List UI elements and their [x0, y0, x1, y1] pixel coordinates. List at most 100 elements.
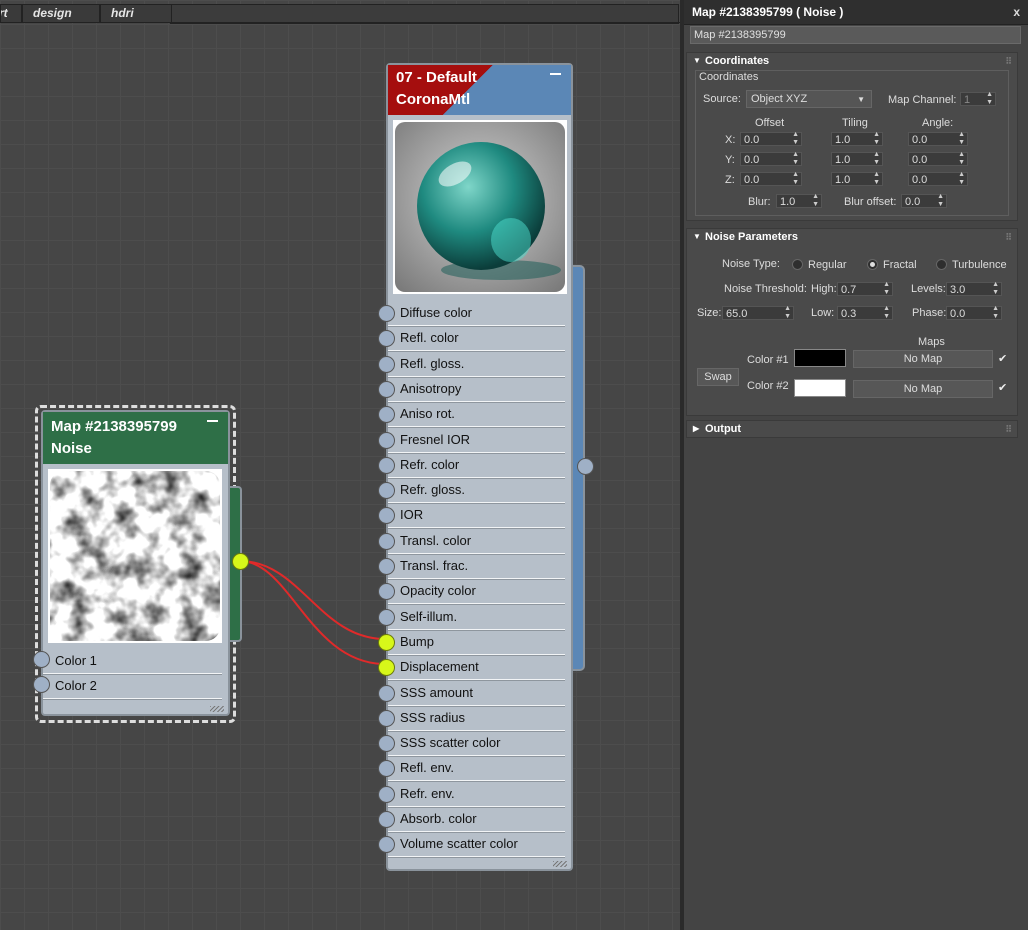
drag-handle-icon[interactable]: ⠿ [1005, 229, 1012, 245]
mtl-slot[interactable]: Opacity color [388, 579, 565, 604]
mtl-input-socket[interactable] [378, 836, 395, 853]
map-channel-spinner[interactable]: 1 ▲ ▼ [960, 91, 996, 107]
noise-node-header[interactable]: Map #2138395799 Noise [43, 412, 228, 464]
minimize-icon[interactable] [550, 73, 561, 75]
angle-spinner[interactable]: 0.0 ▲ ▼ [908, 131, 968, 147]
mtl-input-socket[interactable] [378, 583, 395, 600]
source-dropdown[interactable]: Object XYZ ▼ [746, 90, 872, 108]
corona-mtl-node[interactable]: 07 - Default CoronaMtl Diffuse color Ref… [386, 63, 573, 871]
spinner-arrows-icon[interactable]: ▲ ▼ [792, 171, 799, 187]
angle-spinner[interactable]: 0.0 ▲ ▼ [908, 171, 968, 187]
noise-output-socket[interactable] [232, 553, 249, 570]
spinner-arrows-icon[interactable]: ▲ ▼ [873, 151, 880, 167]
color1-map-checkbox[interactable]: ✔ [998, 354, 1008, 365]
radio-fractal[interactable] [867, 259, 878, 270]
mtl-input-socket[interactable] [378, 786, 395, 803]
color2-map-button[interactable]: No Map [853, 380, 993, 398]
spinner-arrows-icon[interactable]: ▲ ▼ [958, 151, 965, 167]
radio-regular-label[interactable]: Regular [808, 259, 847, 271]
high-spinner[interactable]: 0.7 ▲ ▼ [837, 281, 893, 297]
mtl-slot[interactable]: Aniso rot. [388, 402, 565, 427]
mtl-output-socket[interactable] [577, 458, 594, 475]
mtl-slot[interactable]: Refl. color [388, 326, 565, 351]
mtl-slot[interactable]: SSS scatter color [388, 731, 565, 756]
spinner-arrows-icon[interactable]: ▲ ▼ [937, 193, 944, 209]
tiling-spinner[interactable]: 1.0 ▲ ▼ [831, 151, 883, 167]
spinner-arrows-icon[interactable]: ▲ ▼ [986, 91, 993, 107]
node-editor-canvas[interactable]: rt design hdri Map #2138395799 Noise [0, 0, 680, 930]
mtl-slot[interactable]: Refr. env. [388, 782, 565, 807]
noise-slot-color2[interactable]: Color 2 [43, 674, 222, 699]
offset-spinner[interactable]: 0.0 ▲ ▼ [740, 171, 802, 187]
mtl-input-socket[interactable] [378, 457, 395, 474]
levels-spinner[interactable]: 3.0 ▲ ▼ [946, 281, 1002, 296]
mtl-input-socket[interactable] [378, 356, 395, 373]
angle-spinner[interactable]: 0.0 ▲ ▼ [908, 151, 968, 167]
mtl-input-socket[interactable] [378, 533, 395, 550]
radio-regular[interactable] [792, 259, 803, 270]
color1-map-button[interactable]: No Map [853, 350, 993, 368]
spinner-arrows-icon[interactable]: ▲ ▼ [883, 281, 890, 297]
noise-parameters-rollout-header[interactable]: ▼ Noise Parameters ⠿ [687, 229, 1017, 245]
mtl-slot[interactable]: Bump [388, 630, 565, 655]
blur-spinner[interactable]: 1.0 ▲ ▼ [776, 193, 822, 209]
mtl-slot[interactable]: Self-illum. [388, 605, 565, 630]
noise-slot-color1[interactable]: Color 1 [43, 649, 222, 674]
mtl-slot[interactable]: Refl. env. [388, 756, 565, 781]
mtl-input-socket[interactable] [378, 482, 395, 499]
tiling-spinner[interactable]: 1.0 ▲ ▼ [831, 171, 883, 187]
color1-swatch[interactable] [794, 349, 846, 367]
mtl-input-socket[interactable] [378, 735, 395, 752]
mtl-slot[interactable]: Refr. color [388, 453, 565, 478]
color2-swatch[interactable] [794, 379, 846, 397]
mtl-slot[interactable]: Fresnel IOR [388, 428, 565, 453]
mtl-input-socket[interactable] [378, 760, 395, 777]
mtl-input-socket[interactable] [378, 609, 395, 626]
spinner-arrows-icon[interactable]: ▲ ▼ [784, 305, 791, 321]
mtl-input-socket[interactable] [378, 507, 395, 524]
mtl-slot[interactable]: Refr. gloss. [388, 478, 565, 503]
mtl-slot[interactable]: IOR [388, 503, 565, 528]
coordinates-rollout-header[interactable]: ▼ Coordinates ⠿ [687, 53, 1017, 69]
mtl-input-socket[interactable] [378, 305, 395, 322]
mtl-slot[interactable]: Diffuse color [388, 301, 565, 326]
mtl-slot[interactable]: SSS radius [388, 706, 565, 731]
mtl-input-socket[interactable] [378, 685, 395, 702]
resize-grip[interactable] [553, 861, 567, 867]
mtl-slot[interactable]: Transl. color [388, 529, 565, 554]
tiling-spinner[interactable]: 1.0 ▲ ▼ [831, 131, 883, 146]
noise-node[interactable]: Map #2138395799 Noise Color 1 Color 2 [41, 410, 230, 716]
spinner-arrows-icon[interactable]: ▲ ▼ [958, 131, 965, 147]
map-name-field[interactable]: Map #2138395799 [690, 26, 1021, 44]
mtl-slot[interactable]: Anisotropy [388, 377, 565, 402]
mtl-slot[interactable]: Transl. frac. [388, 554, 565, 579]
mtl-input-socket[interactable] [378, 811, 395, 828]
low-spinner[interactable]: 0.3 ▲ ▼ [837, 305, 893, 321]
mtl-input-socket[interactable] [378, 406, 395, 423]
offset-spinner[interactable]: 0.0 ▲ ▼ [740, 151, 802, 167]
mtl-slot[interactable]: Displacement [388, 655, 565, 680]
mtl-slot[interactable]: Refl. gloss. [388, 352, 565, 377]
mtl-input-socket[interactable] [378, 330, 395, 347]
spinner-arrows-icon[interactable]: ▲ ▼ [792, 151, 799, 167]
mtl-input-socket[interactable] [378, 432, 395, 449]
mtl-node-header[interactable]: 07 - Default CoronaMtl [388, 65, 571, 115]
spinner-arrows-icon[interactable]: ▲ ▼ [792, 131, 799, 147]
radio-turbulence[interactable] [936, 259, 947, 270]
mtl-input-socket[interactable] [378, 634, 395, 651]
spinner-arrows-icon[interactable]: ▲ ▼ [958, 171, 965, 187]
output-rollout-header[interactable]: ▶ Output ⠿ [687, 421, 1017, 437]
size-spinner[interactable]: 65.0 ▲ ▼ [722, 305, 794, 321]
offset-spinner[interactable]: 0.0 ▲ ▼ [740, 131, 802, 147]
drag-handle-icon[interactable]: ⠿ [1005, 421, 1012, 437]
mtl-input-socket[interactable] [378, 710, 395, 727]
mtl-slot[interactable]: Absorb. color [388, 807, 565, 832]
spinner-arrows-icon[interactable]: ▲ ▼ [812, 193, 819, 209]
color2-map-checkbox[interactable]: ✔ [998, 383, 1008, 394]
spinner-arrows-icon[interactable]: ▲ ▼ [873, 171, 880, 187]
spinner-arrows-icon[interactable]: ▲ ▼ [992, 305, 999, 321]
radio-fractal-label[interactable]: Fractal [883, 259, 917, 271]
spinner-arrows-icon[interactable]: ▲ ▼ [883, 305, 890, 321]
radio-turbulence-label[interactable]: Turbulence [952, 259, 1007, 271]
mtl-slot[interactable]: SSS amount [388, 681, 565, 706]
